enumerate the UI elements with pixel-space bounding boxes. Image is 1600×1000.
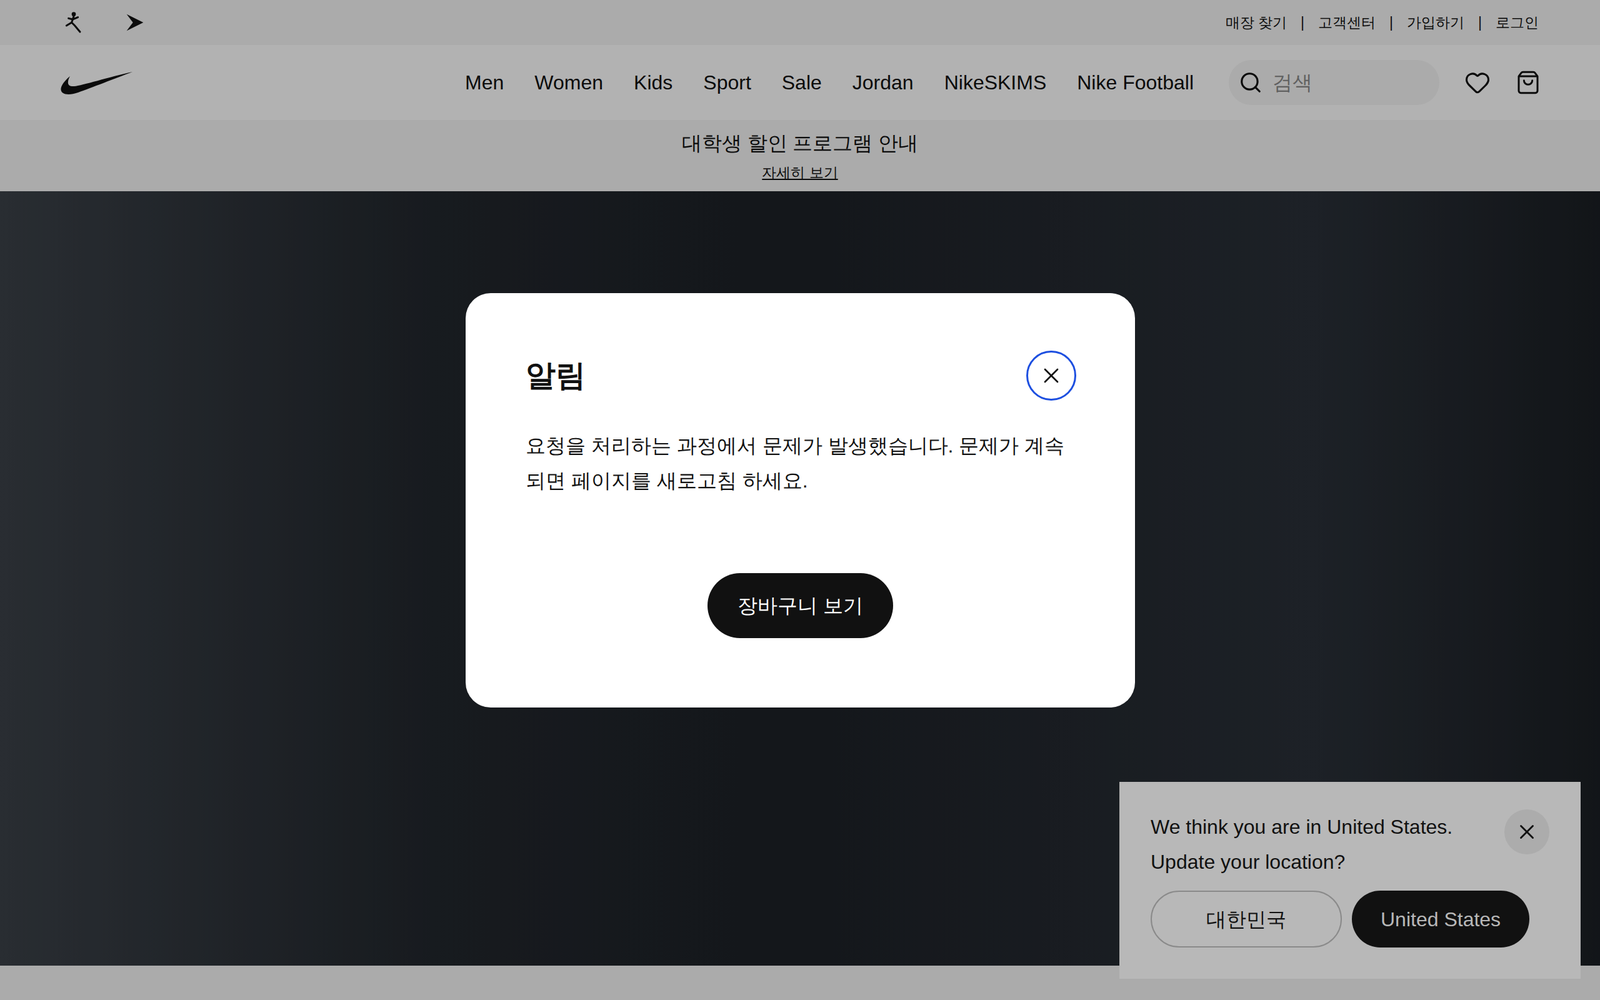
location-button[interactable]: 대한민국	[1150, 890, 1342, 948]
alert-modal: 알림요청을 처리하는 과정에서 문제가 발생했습니다. 문제가 계속되면 페이지…	[465, 293, 1135, 708]
location-button[interactable]: United States	[1351, 890, 1530, 948]
location-prompt: We think you are in United States. Updat…	[1119, 781, 1581, 979]
close-icon	[1038, 363, 1064, 389]
location-close-button[interactable]	[1504, 809, 1550, 855]
close-icon	[1515, 820, 1539, 844]
modal-message: 요청을 처리하는 과정에서 문제가 발생했습니다. 문제가 계속되면 페이지를 …	[525, 428, 1075, 499]
modal-title: 알림	[525, 353, 586, 399]
view-cart-button[interactable]: 장바구니 보기	[707, 573, 894, 639]
page: 매장 찾기|고객센터|가입하기|로그인MenWomenKidsSportSale…	[0, 0, 1600, 1000]
modal-close-button[interactable]	[1026, 350, 1077, 401]
location-message: We think you are in United States. Updat…	[1150, 809, 1464, 880]
